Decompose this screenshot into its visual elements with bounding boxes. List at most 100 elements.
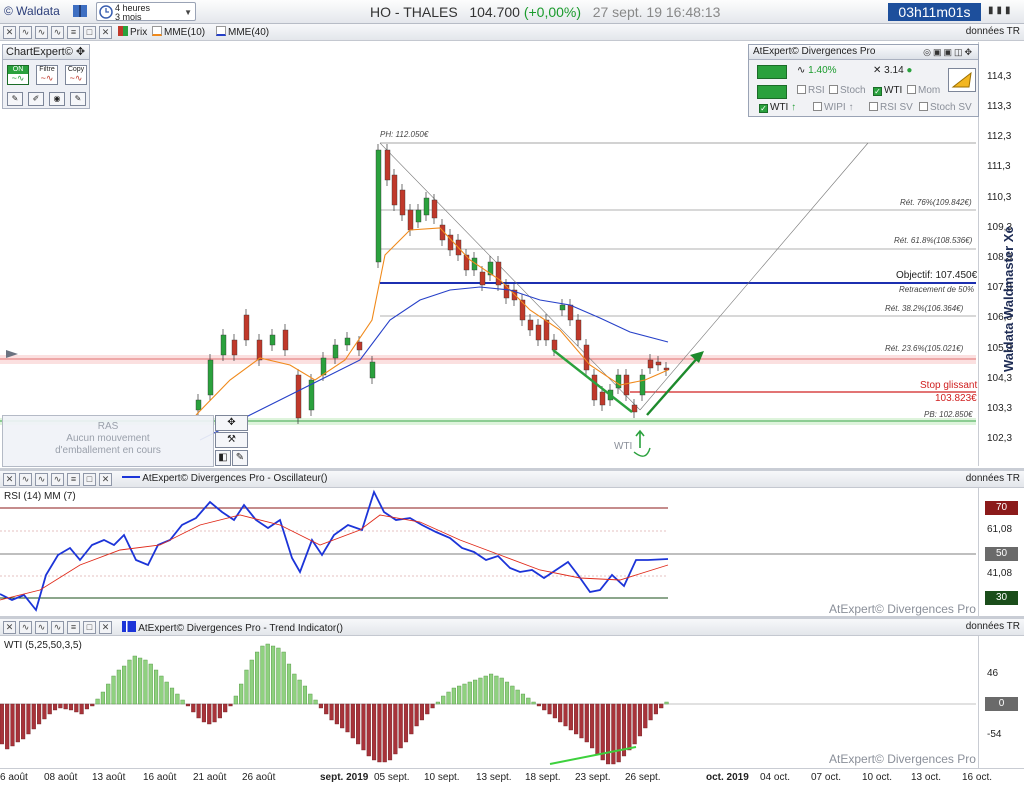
annotation-pb: PB: 102.850€: [924, 410, 973, 419]
annotation-wti: WTI: [614, 441, 633, 452]
wti-bar: [228, 703, 233, 707]
chart-canvas: [0, 142, 976, 765]
time-tick: sept. 2019: [320, 772, 369, 783]
pen-icon[interactable]: ✐: [28, 92, 44, 106]
stoch-toggle[interactable]: Stoch: [829, 85, 866, 96]
candle: [543, 319, 550, 341]
wti-bar: [467, 681, 472, 705]
annotation-objectif: Objectif: 107.450€: [896, 270, 978, 281]
signal-box[interactable]: [757, 85, 787, 99]
rsi-toggle[interactable]: RSI: [797, 85, 825, 96]
indicator-icon[interactable]: ∿: [19, 473, 32, 486]
candle: [391, 174, 398, 206]
wti-bar: [531, 701, 536, 705]
lamp-icon[interactable]: [948, 68, 976, 92]
wti-toggle[interactable]: ✓ WTI: [873, 85, 902, 96]
wti-bar: [600, 703, 605, 761]
indicator-settings-icon[interactable]: ∿: [35, 473, 48, 486]
price-tick: 114,3: [987, 71, 1012, 82]
wti-legend[interactable]: AtExpert© Divergences Pro - Trend Indica…: [122, 621, 343, 634]
wti-bar: [47, 703, 52, 715]
wti-bar: [659, 703, 664, 709]
close-icon[interactable]: ✕: [99, 473, 112, 486]
chartexpert-filter-button[interactable]: Filtre ~∿: [36, 65, 58, 85]
chartexpert-title[interactable]: ChartExpert© ✥: [3, 45, 89, 60]
chartexpert-on-button[interactable]: ON ~∿: [7, 65, 29, 85]
candle: [551, 339, 558, 351]
wti-bar: [632, 703, 637, 745]
color-icon[interactable]: ◉: [49, 92, 65, 106]
realtime-label: données TR: [965, 621, 1020, 632]
candle: [282, 329, 289, 351]
rsi-legend[interactable]: AtExpert© Divergences Pro - Oscillateur(…: [122, 473, 327, 484]
time-tick: 23 sept.: [575, 772, 611, 783]
wipi-toggle[interactable]: WIPI ↑: [813, 102, 853, 113]
annotation-ph: PH: 112.050€: [380, 130, 429, 139]
wti-bar: [547, 703, 552, 715]
wti-bar: [26, 703, 31, 735]
move-icon[interactable]: ✥: [215, 415, 248, 431]
candle: [269, 334, 276, 346]
color-icon[interactable]: ◧: [215, 450, 231, 466]
pct-widget[interactable]: ∿ 1.40%: [797, 65, 837, 76]
indicator-icon[interactable]: ∿: [19, 621, 32, 634]
ras-title: RAS: [97, 421, 119, 432]
paint-icon[interactable]: ✎: [232, 450, 248, 466]
time-tick: 08 août: [44, 772, 78, 783]
wti-bar: [15, 703, 20, 743]
overlay-icon[interactable]: ∿: [51, 621, 64, 634]
time-tick: 16 oct.: [962, 772, 993, 783]
candle: [495, 261, 502, 286]
mom-toggle[interactable]: Mom: [907, 85, 940, 96]
wave-icon: ~∿: [40, 73, 54, 83]
wti-bar: [154, 669, 159, 705]
move-icon[interactable]: ✥: [76, 46, 85, 58]
wti-bar: [451, 687, 456, 705]
wti-bar: [356, 703, 361, 745]
wti-bar: [340, 703, 345, 729]
wti-bar: [249, 659, 254, 705]
wti-bar: [127, 659, 132, 705]
rsi-axis-30: 30: [985, 591, 1018, 605]
wti-bar: [106, 683, 111, 705]
rsi-axis-50: 50: [985, 547, 1018, 561]
wti-bar: [164, 681, 169, 705]
maximize-icon[interactable]: □: [83, 621, 96, 634]
wti-bar: [372, 703, 377, 761]
chartexpert-copy-button[interactable]: Copy ~∿: [65, 65, 87, 85]
rsi-sv-toggle[interactable]: RSI SV: [869, 102, 913, 113]
value-widget[interactable]: ✕ 3.14 ●: [873, 65, 912, 76]
candle: [591, 374, 598, 401]
wti-bar: [281, 651, 286, 705]
wti-bar: [457, 685, 462, 705]
wti-bar: [345, 703, 350, 733]
panel-controls[interactable]: ◎▣▣◫✥: [923, 47, 974, 58]
tools-icon[interactable]: ✕: [3, 473, 16, 486]
ras-line1: Aucun mouvement: [66, 433, 150, 444]
wti-bar: [42, 703, 47, 720]
indicator-settings-icon[interactable]: ∿: [35, 621, 48, 634]
maximize-icon[interactable]: □: [83, 473, 96, 486]
close-icon[interactable]: ✕: [99, 621, 112, 634]
ras-controls: ✥ ⚒ ◧ ✎: [215, 415, 248, 467]
rsi-axis-41: 41,08: [987, 568, 1013, 579]
tools-icon[interactable]: ✕: [3, 621, 16, 634]
wti-bar: [627, 703, 632, 751]
wti-bar: [664, 701, 669, 705]
hammer-icon[interactable]: ⚒: [215, 432, 248, 448]
time-tick: 13 oct.: [911, 772, 942, 783]
wti-bar: [329, 703, 334, 721]
signal-box[interactable]: [757, 65, 787, 79]
paint-icon[interactable]: ✎: [70, 92, 86, 106]
overlay-icon[interactable]: ∿: [51, 473, 64, 486]
list-icon[interactable]: ≡: [67, 621, 80, 634]
wti-bar: [233, 695, 238, 705]
candle: [423, 197, 430, 216]
stoch-sv-toggle[interactable]: Stoch SV: [919, 102, 972, 113]
wti-bar: [361, 703, 366, 751]
wti-signal-toggle[interactable]: ✓ WTI ↑: [759, 102, 796, 113]
candle: [375, 149, 382, 263]
tools-icon[interactable]: ✎: [7, 92, 23, 106]
list-icon[interactable]: ≡: [67, 473, 80, 486]
wti-bar: [462, 683, 467, 705]
